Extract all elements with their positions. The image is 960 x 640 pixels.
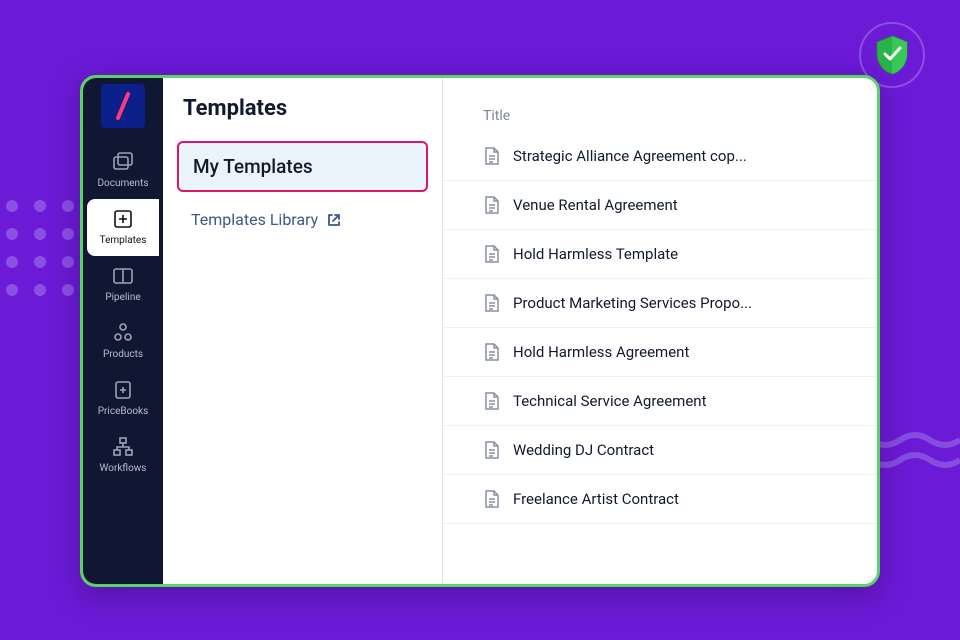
table-row[interactable]: Hold Harmless Agreement <box>443 328 877 377</box>
templates-library-label: Templates Library <box>191 210 318 229</box>
templates-icon <box>111 207 135 231</box>
templates-panel: Templates My Templates Templates Library <box>163 78 443 584</box>
my-templates-button[interactable]: My Templates <box>177 141 428 192</box>
sidebar-item-pricebooks[interactable]: PriceBooks <box>87 370 159 427</box>
document-icon <box>483 293 501 313</box>
templates-table: Title Strategic Alliance Agreement cop..… <box>443 78 877 584</box>
table-row[interactable]: Wedding DJ Contract <box>443 426 877 475</box>
document-icon <box>483 146 501 166</box>
document-icon <box>483 440 501 460</box>
documents-icon <box>111 150 135 174</box>
table-row[interactable]: Strategic Alliance Agreement cop... <box>443 132 877 181</box>
document-icon <box>483 489 501 509</box>
app-window: Documents Templates Pipeline Products <box>80 75 880 587</box>
nav-label: Templates <box>100 235 147 246</box>
sidebar: Documents Templates Pipeline Products <box>83 78 163 584</box>
table-row[interactable]: Freelance Artist Contract <box>443 475 877 524</box>
shield-icon <box>873 34 911 76</box>
workflows-icon <box>111 435 135 459</box>
templates-library-link[interactable]: Templates Library <box>177 200 428 239</box>
row-title: Hold Harmless Agreement <box>513 343 689 361</box>
table-row[interactable]: Hold Harmless Template <box>443 230 877 279</box>
external-link-icon <box>326 212 342 228</box>
my-templates-label: My Templates <box>193 155 313 178</box>
pricebooks-icon <box>111 378 135 402</box>
pipeline-icon <box>111 264 135 288</box>
row-title: Freelance Artist Contract <box>513 490 679 508</box>
document-icon <box>483 391 501 411</box>
nav-label: Workflows <box>100 463 147 474</box>
row-title: Product Marketing Services Propo... <box>513 294 752 312</box>
sidebar-item-workflows[interactable]: Workflows <box>87 427 159 484</box>
products-icon <box>111 321 135 345</box>
sidebar-item-templates[interactable]: Templates <box>87 199 159 256</box>
row-title: Technical Service Agreement <box>513 392 706 410</box>
row-title: Strategic Alliance Agreement cop... <box>513 147 747 165</box>
column-header-title: Title <box>443 78 877 132</box>
table-row[interactable]: Technical Service Agreement <box>443 377 877 426</box>
table-row[interactable]: Venue Rental Agreement <box>443 181 877 230</box>
panel-title: Templates <box>177 96 428 121</box>
row-title: Wedding DJ Contract <box>513 441 654 459</box>
sidebar-item-documents[interactable]: Documents <box>87 142 159 199</box>
sidebar-item-pipeline[interactable]: Pipeline <box>87 256 159 313</box>
sidebar-item-products[interactable]: Products <box>87 313 159 370</box>
nav-label: Products <box>103 349 143 360</box>
app-logo <box>101 84 145 128</box>
row-title: Hold Harmless Template <box>513 245 678 263</box>
nav-label: Documents <box>97 178 148 189</box>
logo-slash-icon <box>108 91 138 121</box>
nav-label: PriceBooks <box>98 406 149 417</box>
table-row[interactable]: Product Marketing Services Propo... <box>443 279 877 328</box>
document-icon <box>483 244 501 264</box>
document-icon <box>483 342 501 362</box>
document-icon <box>483 195 501 215</box>
row-title: Venue Rental Agreement <box>513 196 678 214</box>
nav-label: Pipeline <box>105 292 140 303</box>
